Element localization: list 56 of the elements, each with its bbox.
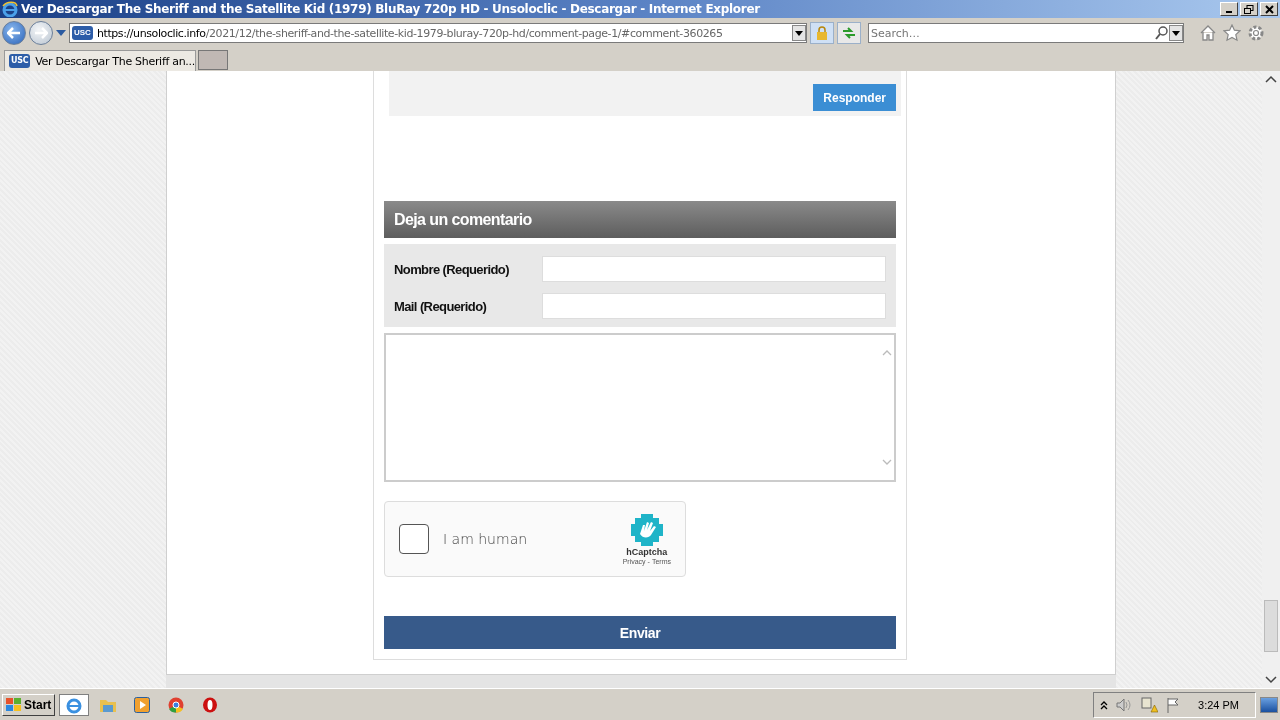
start-button[interactable]: Start [2,693,56,716]
caret-icon [795,30,803,36]
speaker-icon[interactable] [1116,697,1133,712]
close-button[interactable] [1260,2,1278,16]
settings-icon[interactable] [1247,24,1265,42]
tab-favicon: USC [9,54,31,68]
windows-logo-icon [6,697,22,712]
tab-title: Ver Descargar The Sheriff an... [35,54,195,68]
field-label: Nombre (Requerido) [394,261,510,277]
compatibility-button[interactable] [837,22,861,44]
input-field[interactable] [542,256,886,282]
play-icon [134,696,151,713]
forward-button[interactable] [29,21,53,45]
browser-tab[interactable]: USC Ver Descargar The Sheriff an... [4,50,196,71]
chrome-icon [168,696,185,713]
hand-logo-icon [630,513,663,546]
restore-icon [1244,4,1254,14]
browser-logo-icon [2,1,18,17]
captcha-label: I am human [443,531,528,547]
section-heading: Deja un comentario [384,201,896,238]
network-warning-icon[interactable] [1140,696,1159,713]
dropdown-arrow-icon[interactable] [56,30,66,36]
lock-icon [816,26,828,40]
show-desktop-button[interactable] [1260,696,1278,713]
address-dropdown-button[interactable] [792,25,806,41]
new-tab-button[interactable] [198,50,228,70]
close-icon [1264,4,1274,14]
flag-icon[interactable] [1166,696,1181,713]
scrollbar-thumb[interactable] [1264,600,1278,652]
caret-icon [1172,30,1180,36]
window-title: Ver Descargar The Sheriff and the Satellite Kid (1979) BluRay 720p HD - Unsoloclic - Descargar - Internet Explorer [21,2,760,16]
search-icon[interactable] [1155,26,1169,40]
search-field[interactable]: Search… [869,25,1155,41]
address-bar[interactable]: USC https://unsoloclic.info/2021/12/the-sheriff-and-the-satellite-kid-1979-bluray-720p-hd/comment-page-1/#comment-360265 [69,23,807,43]
submit-button[interactable]: Enviar [384,616,896,649]
back-arrow-icon [7,27,21,39]
search-dropdown-button[interactable] [1169,25,1183,41]
arrows-icon [842,27,856,39]
captcha-checkbox[interactable] [399,524,429,554]
browser-taskbar-button[interactable] [59,693,90,716]
forward-arrow-icon [34,27,48,39]
field-label: Mail (Requerido) [394,298,488,314]
star-icon[interactable] [1223,24,1241,42]
search-box[interactable]: Search… [868,23,1184,43]
captcha-brand: hCaptcha [626,546,668,557]
back-button[interactable] [2,21,26,45]
url-text: https://unsoloclic.info/2021/12/the-sheriff-and-the-satellite-kid-1979-bluray-720p-hd/comment-page-1/#comment-360265 [96,26,724,40]
show-hidden-icons-icon[interactable] [1100,699,1109,710]
reply-button[interactable]: Responder [813,84,896,111]
restore-button[interactable] [1240,2,1258,16]
site-favicon: USC [72,26,93,40]
opera-icon [202,696,219,713]
home-icon[interactable] [1199,24,1217,42]
input-field[interactable] [542,293,886,319]
clock-time: 3:24 PM [1198,698,1239,711]
minimize-button[interactable] [1220,2,1238,16]
